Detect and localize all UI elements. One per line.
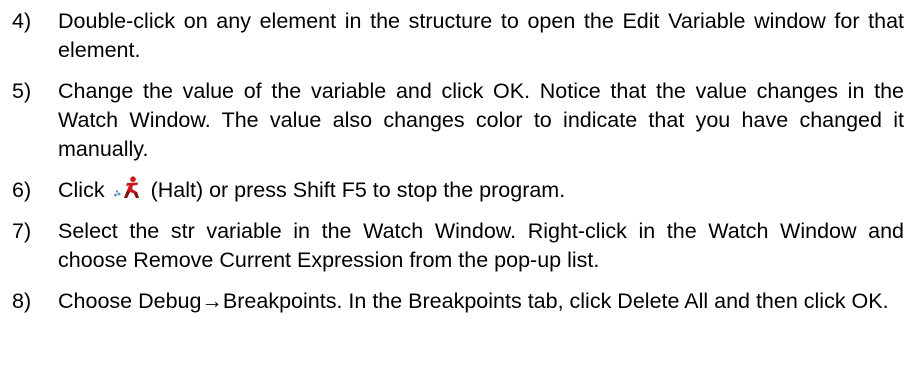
step-8: 8) Choose Debug→Breakpoints. In the Brea… xyxy=(12,287,904,316)
step-text: Select the str variable in the Watch Win… xyxy=(58,219,904,272)
step-5: 5) Change the value of the variable and … xyxy=(12,77,904,164)
step-text: Change the value of the variable and cli… xyxy=(58,79,904,161)
step-text: Click (Halt) or press Shift F5 to stop t… xyxy=(58,176,904,205)
step-number: 6) xyxy=(12,178,32,202)
step-number: 7) xyxy=(12,219,32,243)
step-text-after-icon: (Halt) or press Shift F5 to stop the pro… xyxy=(150,178,566,202)
halt-icon xyxy=(113,176,139,198)
step-text: Choose Debug→Breakpoints. In the Breakpo… xyxy=(58,289,889,313)
step-text: Double-click on any element in the struc… xyxy=(58,9,904,62)
step-6: 6) Click (Halt) or press Shift F5 to sto… xyxy=(12,176,904,205)
step-number: 8) xyxy=(12,289,32,313)
step-7: 7) Select the str variable in the Watch … xyxy=(12,217,904,275)
step-4: 4) Double-click on any element in the st… xyxy=(12,7,904,65)
step-text-before-icon: Click xyxy=(58,178,105,202)
step-number: 4) xyxy=(12,9,32,33)
step-number: 5) xyxy=(12,79,32,103)
document-page: 4) Double-click on any element in the st… xyxy=(0,0,916,377)
